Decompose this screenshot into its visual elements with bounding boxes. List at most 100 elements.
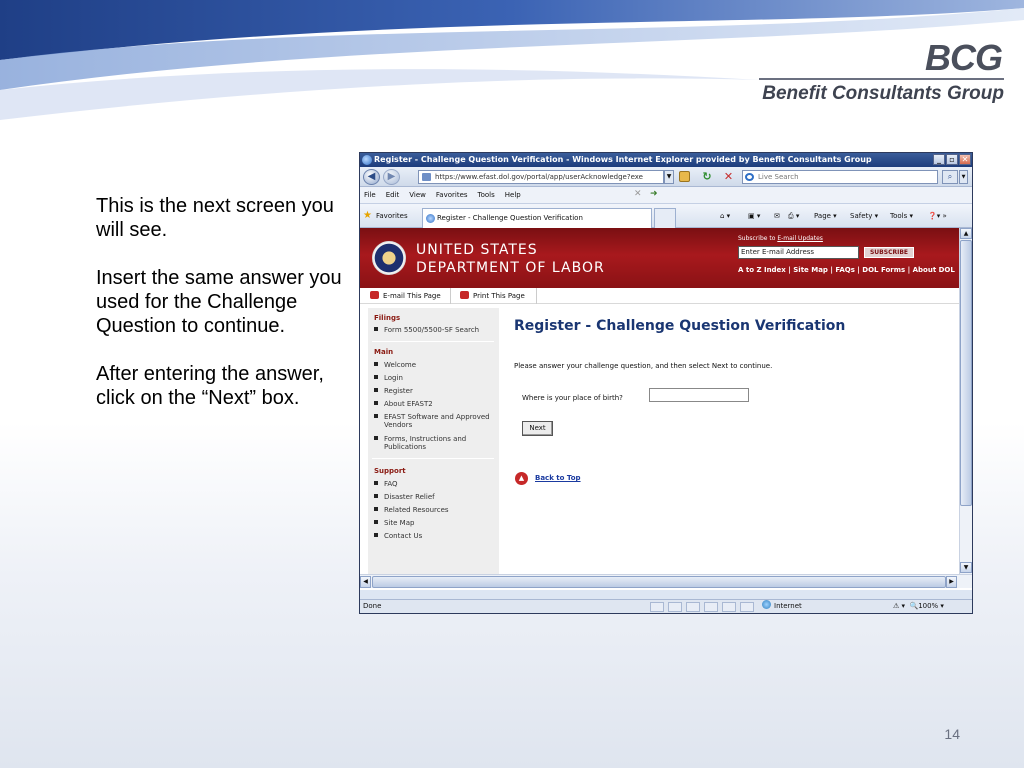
- lock-icon[interactable]: [679, 171, 690, 182]
- feeds-icon[interactable]: ▣ ▾: [748, 212, 760, 220]
- menu-view[interactable]: View: [409, 191, 426, 199]
- forward-icon[interactable]: ▶: [383, 169, 400, 185]
- menu-file[interactable]: File: [364, 191, 376, 199]
- nav-item-about-efast2[interactable]: About EFAST2: [374, 400, 433, 408]
- dol-banner: UNITED STATES DEPARTMENT OF LABOR Subscr…: [360, 228, 959, 288]
- minimize-button[interactable]: _: [933, 154, 945, 165]
- menu-help[interactable]: Help: [505, 191, 521, 199]
- next-button[interactable]: Next: [522, 421, 553, 436]
- status-pane: [740, 602, 754, 612]
- email-input[interactable]: Enter E-mail Address: [738, 246, 859, 259]
- status-pane: [650, 602, 664, 612]
- status-pane: [668, 602, 682, 612]
- instruction-1: This is the next screen you will see.: [96, 195, 334, 241]
- bullet-icon: [374, 401, 378, 405]
- status-pane: [722, 602, 736, 612]
- nav-item-label: Site Map: [384, 519, 415, 527]
- home-icon[interactable]: ⌂ ▾: [720, 212, 730, 220]
- nav-item-form-search[interactable]: Form 5500/5500-SF Search: [374, 326, 479, 334]
- close-button[interactable]: ✕: [959, 154, 971, 165]
- refresh-icon[interactable]: ↻: [700, 170, 714, 183]
- nav-item-label: EFAST Software and Approved Vendors: [384, 413, 490, 429]
- search-icon[interactable]: ⌕: [942, 170, 958, 184]
- challenge-answer-input[interactable]: [649, 388, 749, 402]
- slide-number: 14: [944, 726, 960, 742]
- url-dropdown-icon[interactable]: ▼: [664, 170, 674, 184]
- favorites-button[interactable]: Favorites: [376, 212, 408, 220]
- page-icon: [422, 173, 431, 181]
- url-input[interactable]: https://www.efast.dol.gov/portal/app/use…: [418, 170, 664, 184]
- nav-item-welcome[interactable]: Welcome: [374, 361, 416, 369]
- vertical-scrollbar[interactable]: ▲ ▼: [959, 228, 972, 574]
- scroll-left-icon[interactable]: ◀: [360, 576, 371, 588]
- stop-icon[interactable]: ✕: [722, 170, 735, 183]
- nav-item-site-map[interactable]: Site Map: [374, 519, 414, 527]
- page-viewport: UNITED STATES DEPARTMENT OF LABOR Subscr…: [360, 228, 972, 590]
- nav-item-forms-instructions[interactable]: Forms, Instructions and Publications: [374, 435, 490, 451]
- nav-item-faq[interactable]: FAQ: [374, 480, 398, 488]
- nav-item-label: Related Resources: [384, 506, 449, 514]
- print-page-link[interactable]: Print This Page: [460, 291, 525, 300]
- agency-line-2: DEPARTMENT OF LABOR: [416, 260, 605, 276]
- back-icon[interactable]: ◀: [363, 169, 380, 185]
- tools-menu[interactable]: Tools ▾: [890, 212, 913, 220]
- scroll-up-icon[interactable]: ▲: [960, 228, 972, 239]
- help-icon[interactable]: ❓▾ »: [928, 212, 947, 220]
- bullet-icon: [374, 481, 378, 485]
- top-links[interactable]: A to Z Index | Site Map | FAQs | DOL For…: [738, 266, 955, 274]
- menu-bar: File Edit View Favorites Tools Help ✕ ➜: [360, 187, 972, 204]
- scroll-thumb[interactable]: [960, 240, 972, 506]
- horizontal-scrollbar[interactable]: ◀ ▶: [360, 574, 972, 588]
- bullet-icon: [374, 520, 378, 524]
- bullet-icon: [374, 494, 378, 498]
- email-page-link[interactable]: E-mail This Page: [370, 291, 441, 300]
- safety-menu[interactable]: Safety ▾: [850, 212, 878, 220]
- maximize-button[interactable]: ▫: [946, 154, 958, 165]
- nav-item-contact-us[interactable]: Contact Us: [374, 532, 422, 540]
- menu-tools[interactable]: Tools: [478, 191, 495, 199]
- subscribe-prefix: Subscribe to: [738, 235, 778, 242]
- status-pane: [704, 602, 718, 612]
- email-page-label: E-mail This Page: [383, 292, 441, 300]
- dol-seal-icon: [372, 241, 406, 275]
- zoom-control[interactable]: ⚠ ▾ 🔍100% ▾: [893, 600, 944, 613]
- new-tab-button[interactable]: [654, 208, 676, 228]
- nav-item-register[interactable]: Register: [374, 387, 413, 395]
- back-to-top-link[interactable]: Back to Top: [535, 474, 581, 482]
- nav-item-related-resources[interactable]: Related Resources: [374, 506, 449, 514]
- page-menu[interactable]: Page ▾: [814, 212, 837, 220]
- nav-item-software-vendors[interactable]: EFAST Software and Approved Vendors: [374, 413, 490, 429]
- menu-favorites[interactable]: Favorites: [436, 191, 468, 199]
- scroll-down-icon[interactable]: ▼: [960, 562, 972, 573]
- hscroll-thumb[interactable]: [372, 576, 946, 588]
- mail-icon[interactable]: ✉: [774, 212, 780, 220]
- subscribe-label: Subscribe to E-mail Updates: [738, 235, 823, 242]
- search-input[interactable]: Live Search: [742, 170, 938, 184]
- subscribe-button[interactable]: SUBSCRIBE: [864, 247, 914, 258]
- nav-item-disaster-relief[interactable]: Disaster Relief: [374, 493, 435, 501]
- ie-icon: [362, 155, 372, 165]
- title-bar: Register - Challenge Question Verificati…: [360, 153, 972, 167]
- nav-item-label: FAQ: [384, 480, 398, 488]
- nav-item-login[interactable]: Login: [374, 374, 403, 382]
- print-icon[interactable]: ⎙ ▾: [788, 212, 799, 221]
- bullet-icon: [374, 533, 378, 537]
- favorites-star-icon[interactable]: ★: [363, 210, 372, 221]
- zone-label: Internet: [774, 602, 802, 610]
- menu-edit[interactable]: Edit: [386, 191, 400, 199]
- print-page-label: Print This Page: [473, 292, 525, 300]
- nav-divider: [372, 458, 494, 459]
- toolbar-arrow-icon[interactable]: ➜: [650, 189, 658, 199]
- zoom-level: 100%: [918, 602, 939, 610]
- bullet-icon: [374, 414, 378, 418]
- email-updates-link[interactable]: E-mail Updates: [777, 235, 823, 242]
- tab-ie-icon: [426, 214, 435, 223]
- globe-icon: [762, 600, 771, 609]
- back-to-top-icon[interactable]: ▲: [515, 472, 528, 485]
- bcg-logo: BCG Benefit Consultants Group: [754, 40, 1004, 105]
- tab-current[interactable]: Register - Challenge Question Verificati…: [422, 208, 652, 228]
- search-dropdown-icon[interactable]: ▼: [959, 170, 968, 184]
- agency-line-1: UNITED STATES: [416, 242, 538, 258]
- toolbar-close-icon[interactable]: ✕: [634, 189, 642, 199]
- scroll-right-icon[interactable]: ▶: [946, 576, 957, 588]
